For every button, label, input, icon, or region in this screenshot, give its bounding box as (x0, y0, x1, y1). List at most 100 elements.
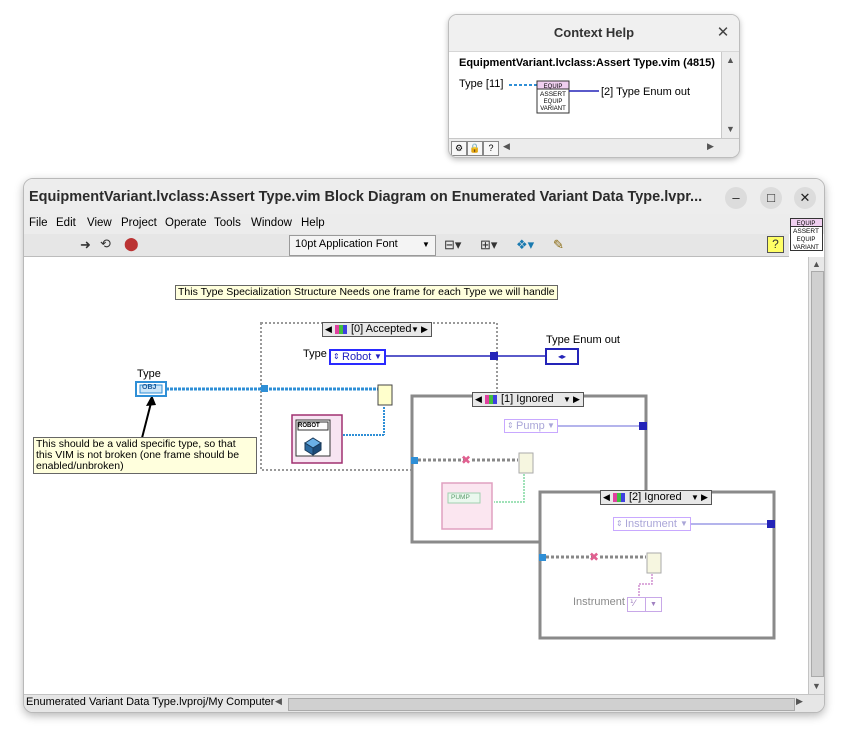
type-enum-out-indicator[interactable]: ◂▸ (545, 348, 579, 365)
menu-operate[interactable]: Operate (165, 217, 207, 229)
vi-icon-text: EQUIP (797, 237, 816, 243)
vi-icon-text: EQUIP (544, 99, 563, 105)
scroll-right-icon[interactable]: ▶ (796, 696, 803, 707)
menu-view[interactable]: View (87, 217, 112, 229)
context-help-vi-name: EquipmentVariant.lvclass:Assert Type.vim… (459, 57, 715, 69)
chevron-down-icon: ▼ (645, 598, 661, 611)
minimize-icon[interactable]: – (725, 187, 747, 209)
run-continuously-icon[interactable]: ⟲ (100, 236, 111, 252)
context-help-input-label: Type [11] (459, 78, 504, 90)
enum-arrows-icon: ⇕ (333, 352, 340, 361)
chevron-left-icon[interactable]: ◀ (325, 323, 332, 336)
window-titlebar[interactable]: EquipmentVariant.lvclass:Assert Type.vim… (24, 179, 824, 215)
input-tunnel (411, 457, 418, 464)
menu-tools[interactable]: Tools (214, 217, 241, 229)
enum-value: Instrument (625, 518, 677, 530)
run-arrow-icon[interactable]: ➜ (80, 237, 91, 253)
menu-edit[interactable]: Edit (56, 217, 76, 229)
vi-icon-text: EQUIP (544, 84, 563, 90)
frame-0-selector[interactable]: ◀ [0] Accepted ▼ ▶ (322, 322, 432, 337)
project-path: Enumerated Variant Data Type.lvproj/My C… (26, 696, 275, 708)
align-objects-icon[interactable]: ⊟▾ (444, 237, 461, 253)
context-help-connector-diagram: EQUIP ASSERT EQUIP VARIANT (509, 80, 599, 114)
scroll-right-icon[interactable]: ▶ (707, 141, 714, 152)
chevron-down-icon: ▼ (422, 240, 430, 249)
chevron-down-icon[interactable]: ▼ (563, 393, 571, 406)
lock-help-icon[interactable]: 🔒 (467, 141, 483, 156)
type-terminal-label: Type (137, 368, 161, 380)
to-more-specific-node (646, 552, 662, 574)
vertical-scrollbar[interactable]: ▲ ▼ (721, 52, 739, 138)
frame-0-selector-label: [0] Accepted (351, 323, 412, 335)
menu-project[interactable]: Project (121, 217, 157, 229)
pump-class-constant (441, 482, 493, 530)
robot-icon-label: ROBOT (298, 423, 320, 429)
context-help-titlebar[interactable]: Context Help ✕ (449, 15, 739, 52)
block-diagram-window: EquipmentVariant.lvclass:Assert Type.vim… (23, 178, 825, 713)
output-tunnel (767, 520, 775, 528)
chevron-down-icon[interactable]: ▼ (411, 323, 419, 336)
enum-constant-instrument[interactable]: ⇕ Instrument ▼ (613, 517, 691, 531)
scroll-up-icon[interactable]: ▲ (726, 55, 735, 65)
font-select-value: 10pt Application Font (295, 238, 398, 250)
horizontal-scroll-thumb[interactable] (288, 698, 795, 711)
reorder-icon[interactable]: ❖▾ (516, 237, 534, 253)
type-selector-icon (613, 493, 625, 502)
vertical-scrollbar[interactable]: ▲ ▼ (808, 257, 824, 694)
vi-icon-text: ASSERT (540, 91, 566, 98)
instrument-class-constant[interactable]: ⅟ ▼ (627, 597, 662, 612)
frame-2-selector[interactable]: ◀ [2] Ignored ▼ ▶ (600, 490, 712, 505)
scroll-down-icon[interactable]: ▼ (812, 681, 821, 691)
font-select[interactable]: 10pt Application Font ▼ (289, 235, 436, 256)
class-icon: ⅟ (630, 598, 636, 608)
chevron-right-icon[interactable]: ▶ (573, 393, 580, 406)
window-title: EquipmentVariant.lvclass:Assert Type.vim… (29, 189, 703, 205)
scroll-up-icon[interactable]: ▲ (812, 259, 821, 269)
distribute-objects-icon[interactable]: ⊞▾ (480, 237, 497, 253)
close-icon[interactable]: ✕ (715, 23, 731, 41)
block-diagram-canvas[interactable]: ✖ ✖ This Type Specialization Structure N… (24, 257, 807, 694)
context-help-icon[interactable]: ? (767, 236, 784, 253)
maximize-icon[interactable]: □ (760, 187, 782, 209)
input-tunnel (539, 554, 546, 561)
frame-2-selector-label: [2] Ignored (629, 491, 682, 503)
type-terminal-text[interactable]: OBJ (142, 384, 156, 391)
instrument-constant-label: Instrument (573, 596, 625, 608)
scroll-left-icon[interactable]: ◀ (503, 141, 510, 152)
chevron-right-icon[interactable]: ▶ (421, 323, 428, 336)
lock-icon[interactable]: ⚙ (451, 141, 467, 156)
scroll-left-icon[interactable]: ◀ (275, 696, 282, 707)
menu-file[interactable]: File (29, 217, 48, 229)
chevron-down-icon: ▼ (374, 352, 382, 361)
context-help-output-label: [2] Type Enum out (601, 86, 691, 98)
header-note: This Type Specialization Structure Needs… (175, 285, 558, 300)
vi-icon-text: ASSERT (793, 228, 819, 235)
to-more-specific-node (377, 384, 393, 406)
close-icon[interactable]: ✕ (794, 187, 816, 209)
menu-window[interactable]: Window (251, 217, 292, 229)
chevron-right-icon[interactable]: ▶ (701, 491, 708, 504)
context-help-toolbar: ⚙ 🔒 ? ◀ ▶ (449, 138, 739, 157)
chevron-left-icon[interactable]: ◀ (475, 393, 482, 406)
menu-help[interactable]: Help (301, 217, 325, 229)
enum-arrows-icon: ⇕ (507, 421, 514, 430)
enum-constant-robot[interactable]: ⇕ Robot ▼ (329, 349, 386, 365)
help-icon[interactable]: ? (483, 141, 499, 156)
scroll-thumb[interactable] (811, 271, 824, 677)
input-tunnel (261, 385, 268, 392)
enum-constant-pump[interactable]: ⇕ Pump ▼ (504, 419, 558, 433)
chevron-down-icon[interactable]: ▼ (691, 491, 699, 504)
output-tunnel (490, 352, 498, 360)
chevron-down-icon: ▼ (547, 421, 555, 430)
scroll-down-icon[interactable]: ▼ (726, 124, 735, 134)
class-wire (166, 387, 385, 436)
context-help-title: Context Help (553, 25, 635, 40)
chevron-down-icon: ▼ (680, 519, 688, 528)
status-bar: Enumerated Variant Data Type.lvproj/My C… (24, 694, 824, 712)
cleanup-diagram-icon[interactable]: ✎ (553, 237, 564, 253)
abort-icon[interactable]: ⬤ (124, 236, 139, 252)
vi-icon[interactable]: EQUIP ASSERT EQUIP VARIANT (790, 218, 823, 251)
frame-1-selector[interactable]: ◀ [1] Ignored ▼ ▶ (472, 392, 584, 407)
enum-arrows-icon: ⇕ (616, 519, 623, 528)
chevron-left-icon[interactable]: ◀ (603, 491, 610, 504)
